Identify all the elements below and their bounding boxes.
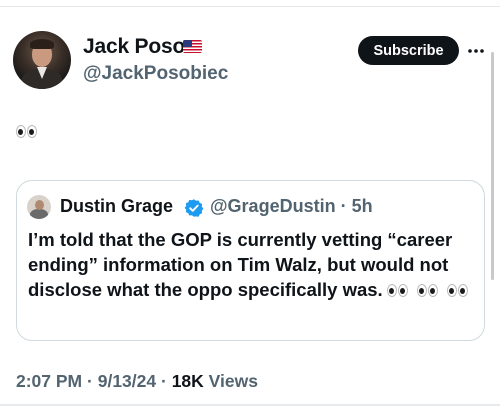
meta-separator: · [87, 371, 98, 391]
views-label: Views [208, 371, 258, 391]
bottom-divider [0, 404, 500, 406]
post-text-eyes-emoji [16, 125, 37, 138]
quoted-post[interactable]: Dustin Grage @GrageDustin · 5h I’m told … [16, 180, 485, 341]
quoted-post-text: I’m told that the GOP is currently vetti… [28, 227, 480, 302]
eye-right-icon [27, 125, 37, 138]
eye-left-icon [16, 125, 26, 138]
top-divider [0, 6, 500, 7]
post-date[interactable]: 9/13/24 [98, 371, 156, 391]
verified-badge-icon [184, 199, 204, 217]
post-frame: Jack Poso @JackPosobiec Subscribe Dustin… [0, 0, 500, 413]
eyes-emoji-3 [446, 284, 468, 297]
meta-separator: · [160, 371, 172, 391]
eyes-emoji-2 [416, 284, 438, 297]
subscribe-button[interactable]: Subscribe [358, 36, 459, 65]
scrollbar[interactable] [491, 52, 494, 280]
author-handle[interactable]: @JackPosobiec [83, 63, 228, 85]
views-count: 18K [171, 371, 204, 391]
quoted-handle-time[interactable]: @GrageDustin · 5h [210, 196, 373, 217]
eyes-emoji-1 [386, 284, 408, 297]
quoted-author-avatar[interactable] [27, 195, 51, 219]
author-name[interactable]: Jack Poso [83, 35, 185, 59]
quoted-author-name[interactable]: Dustin Grage [60, 196, 173, 217]
post-meta: 2:07 PM · 9/13/24 · 18K Views [16, 371, 258, 392]
us-flag-icon [183, 40, 202, 53]
more-options-icon[interactable] [466, 41, 486, 61]
post-time[interactable]: 2:07 PM [16, 371, 82, 391]
author-avatar[interactable] [13, 31, 71, 89]
